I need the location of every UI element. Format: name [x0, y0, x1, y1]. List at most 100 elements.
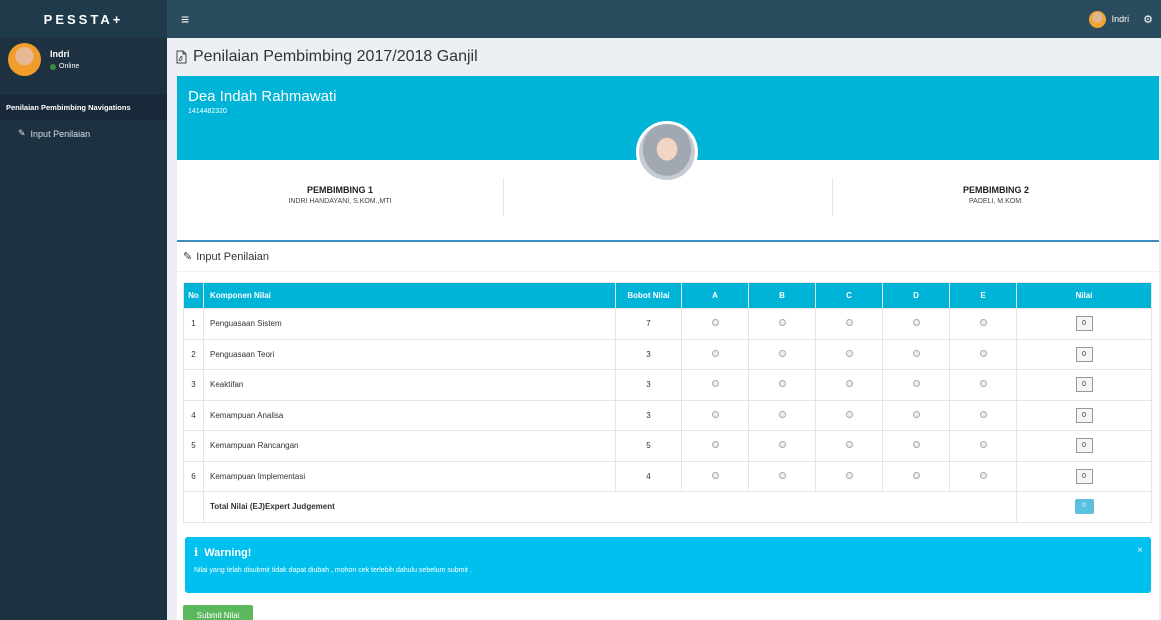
info-icon: i [194, 546, 199, 559]
grade-c-radio[interactable] [845, 410, 853, 418]
pembimbing-2-title: PEMBIMBING 2 [962, 185, 1029, 195]
nilai-field[interactable]: 0 [1075, 346, 1093, 362]
grade-c-cell [815, 338, 883, 370]
bobot-value: 3 [615, 399, 682, 431]
grade-c-cell [815, 308, 883, 340]
komponen-name: Kemampuan Analisa [203, 399, 616, 431]
grade-e-radio[interactable] [979, 319, 987, 327]
student-name: Dea Indah Rahmawati [188, 88, 337, 105]
total-label: Total Nilai (EJ)Expert Judgement [203, 491, 1017, 523]
main-content: Penilaian Pembimbing 2017/2018 Ganjil De… [167, 38, 1161, 620]
grade-c-radio[interactable] [845, 471, 853, 479]
grade-e-cell [949, 308, 1017, 340]
grade-b-radio[interactable] [778, 410, 786, 418]
sidebar-item-input-penilaian[interactable]: ✎ Input Penilaian [0, 120, 167, 147]
nilai-field[interactable]: 0 [1075, 438, 1093, 454]
bobot-value: 7 [615, 308, 682, 340]
warning-alert: i Warning! Nilai yang telah disubmit tid… [185, 537, 1151, 593]
bobot-value: 3 [615, 369, 682, 401]
col-komponen: Komponen Nilai [203, 282, 616, 309]
col-nilai: Nilai [1016, 282, 1152, 309]
grade-d-radio[interactable] [912, 319, 920, 327]
nilai-field[interactable]: 0 [1075, 377, 1093, 393]
grade-c-radio[interactable] [845, 319, 853, 327]
grade-b-radio[interactable] [778, 349, 786, 357]
grade-b-cell [748, 460, 816, 492]
grade-a-cell [681, 460, 749, 492]
grade-a-radio[interactable] [711, 319, 719, 327]
nilai-cell: 0 [1016, 338, 1152, 370]
sidebar-user-name: Indri [50, 49, 70, 59]
grade-e-radio[interactable] [979, 380, 987, 388]
col-e: E [949, 282, 1017, 309]
avatar[interactable] [1088, 10, 1106, 28]
grade-e-radio[interactable] [979, 441, 987, 449]
status-text: Online [59, 63, 80, 70]
table-row: 6 Kemampuan Implementasi 4 0 [183, 460, 1152, 492]
col-bobot: Bobot Nilai [615, 282, 682, 309]
grade-c-radio[interactable] [845, 380, 853, 388]
grade-a-radio[interactable] [711, 380, 719, 388]
grade-b-cell [748, 308, 816, 340]
hamburger-icon[interactable]: ≡ [181, 11, 189, 27]
grade-e-radio[interactable] [979, 471, 987, 479]
edit-icon: ✎ [18, 128, 26, 138]
grade-e-radio[interactable] [979, 349, 987, 357]
grade-b-radio[interactable] [778, 441, 786, 449]
sidebar-avatar [8, 43, 41, 76]
grade-a-cell [681, 369, 749, 401]
col-d: D [882, 282, 950, 309]
grade-e-radio[interactable] [979, 410, 987, 418]
nilai-cell: 0 [1016, 430, 1152, 462]
grade-b-cell [748, 369, 816, 401]
pembimbing-2-name: PADELI, M.KOM. [969, 198, 1023, 205]
close-icon[interactable]: × [1137, 545, 1143, 556]
grade-e-cell [949, 369, 1017, 401]
grade-d-radio[interactable] [912, 380, 920, 388]
header-user-name[interactable]: Indri [1112, 14, 1130, 24]
table-header-row: No Komponen Nilai Bobot Nilai A B C D E … [183, 282, 1152, 309]
page-title-text: Penilaian Pembimbing 2017/2018 Ganjil [193, 48, 478, 65]
komponen-name: Keaktifan [203, 369, 616, 401]
navbar: ≡ Indri ⚙ [167, 0, 1161, 38]
grade-a-cell [681, 430, 749, 462]
user-menu[interactable]: Indri ⚙ [1088, 10, 1153, 28]
grade-b-cell [748, 399, 816, 431]
grade-d-cell [882, 460, 950, 492]
top-header: PESSTA+ ≡ Indri ⚙ [0, 0, 1161, 38]
grade-a-cell [681, 308, 749, 340]
grade-d-radio[interactable] [912, 410, 920, 418]
warning-message: Nilai yang telah disubmit tidak dapat di… [194, 567, 472, 574]
grade-a-radio[interactable] [711, 349, 719, 357]
grade-c-radio[interactable] [845, 441, 853, 449]
nilai-field[interactable]: 0 [1075, 407, 1093, 423]
grade-b-radio[interactable] [778, 471, 786, 479]
sidebar-item-label: Input Penilaian [30, 128, 91, 139]
grade-a-radio[interactable] [711, 410, 719, 418]
grade-b-radio[interactable] [778, 380, 786, 388]
grade-b-radio[interactable] [778, 319, 786, 327]
nilai-field[interactable]: 0 [1075, 468, 1093, 484]
grade-a-radio[interactable] [711, 471, 719, 479]
grade-d-radio[interactable] [912, 471, 920, 479]
row-number: 1 [183, 308, 204, 340]
bobot-value: 4 [615, 460, 682, 492]
grade-a-radio[interactable] [711, 441, 719, 449]
nilai-cell: 0 [1016, 460, 1152, 492]
online-dot-icon [50, 63, 56, 70]
warning-title-text: Warning! [204, 546, 252, 559]
row-number: 4 [183, 399, 204, 431]
nilai-cell: 0 [1016, 399, 1152, 431]
nilai-field[interactable]: 0 [1075, 316, 1093, 332]
cogs-icon[interactable]: ⚙ [1143, 13, 1153, 26]
submit-nilai-button[interactable]: Submit Nilai [183, 605, 253, 620]
grade-d-cell [882, 338, 950, 370]
grade-d-radio[interactable] [912, 349, 920, 357]
grade-c-cell [815, 430, 883, 462]
col-b: B [748, 282, 816, 309]
grade-c-radio[interactable] [845, 349, 853, 357]
app-logo[interactable]: PESSTA+ [0, 0, 167, 38]
grade-d-radio[interactable] [912, 441, 920, 449]
col-no: No [183, 282, 204, 309]
grade-d-cell [882, 399, 950, 431]
